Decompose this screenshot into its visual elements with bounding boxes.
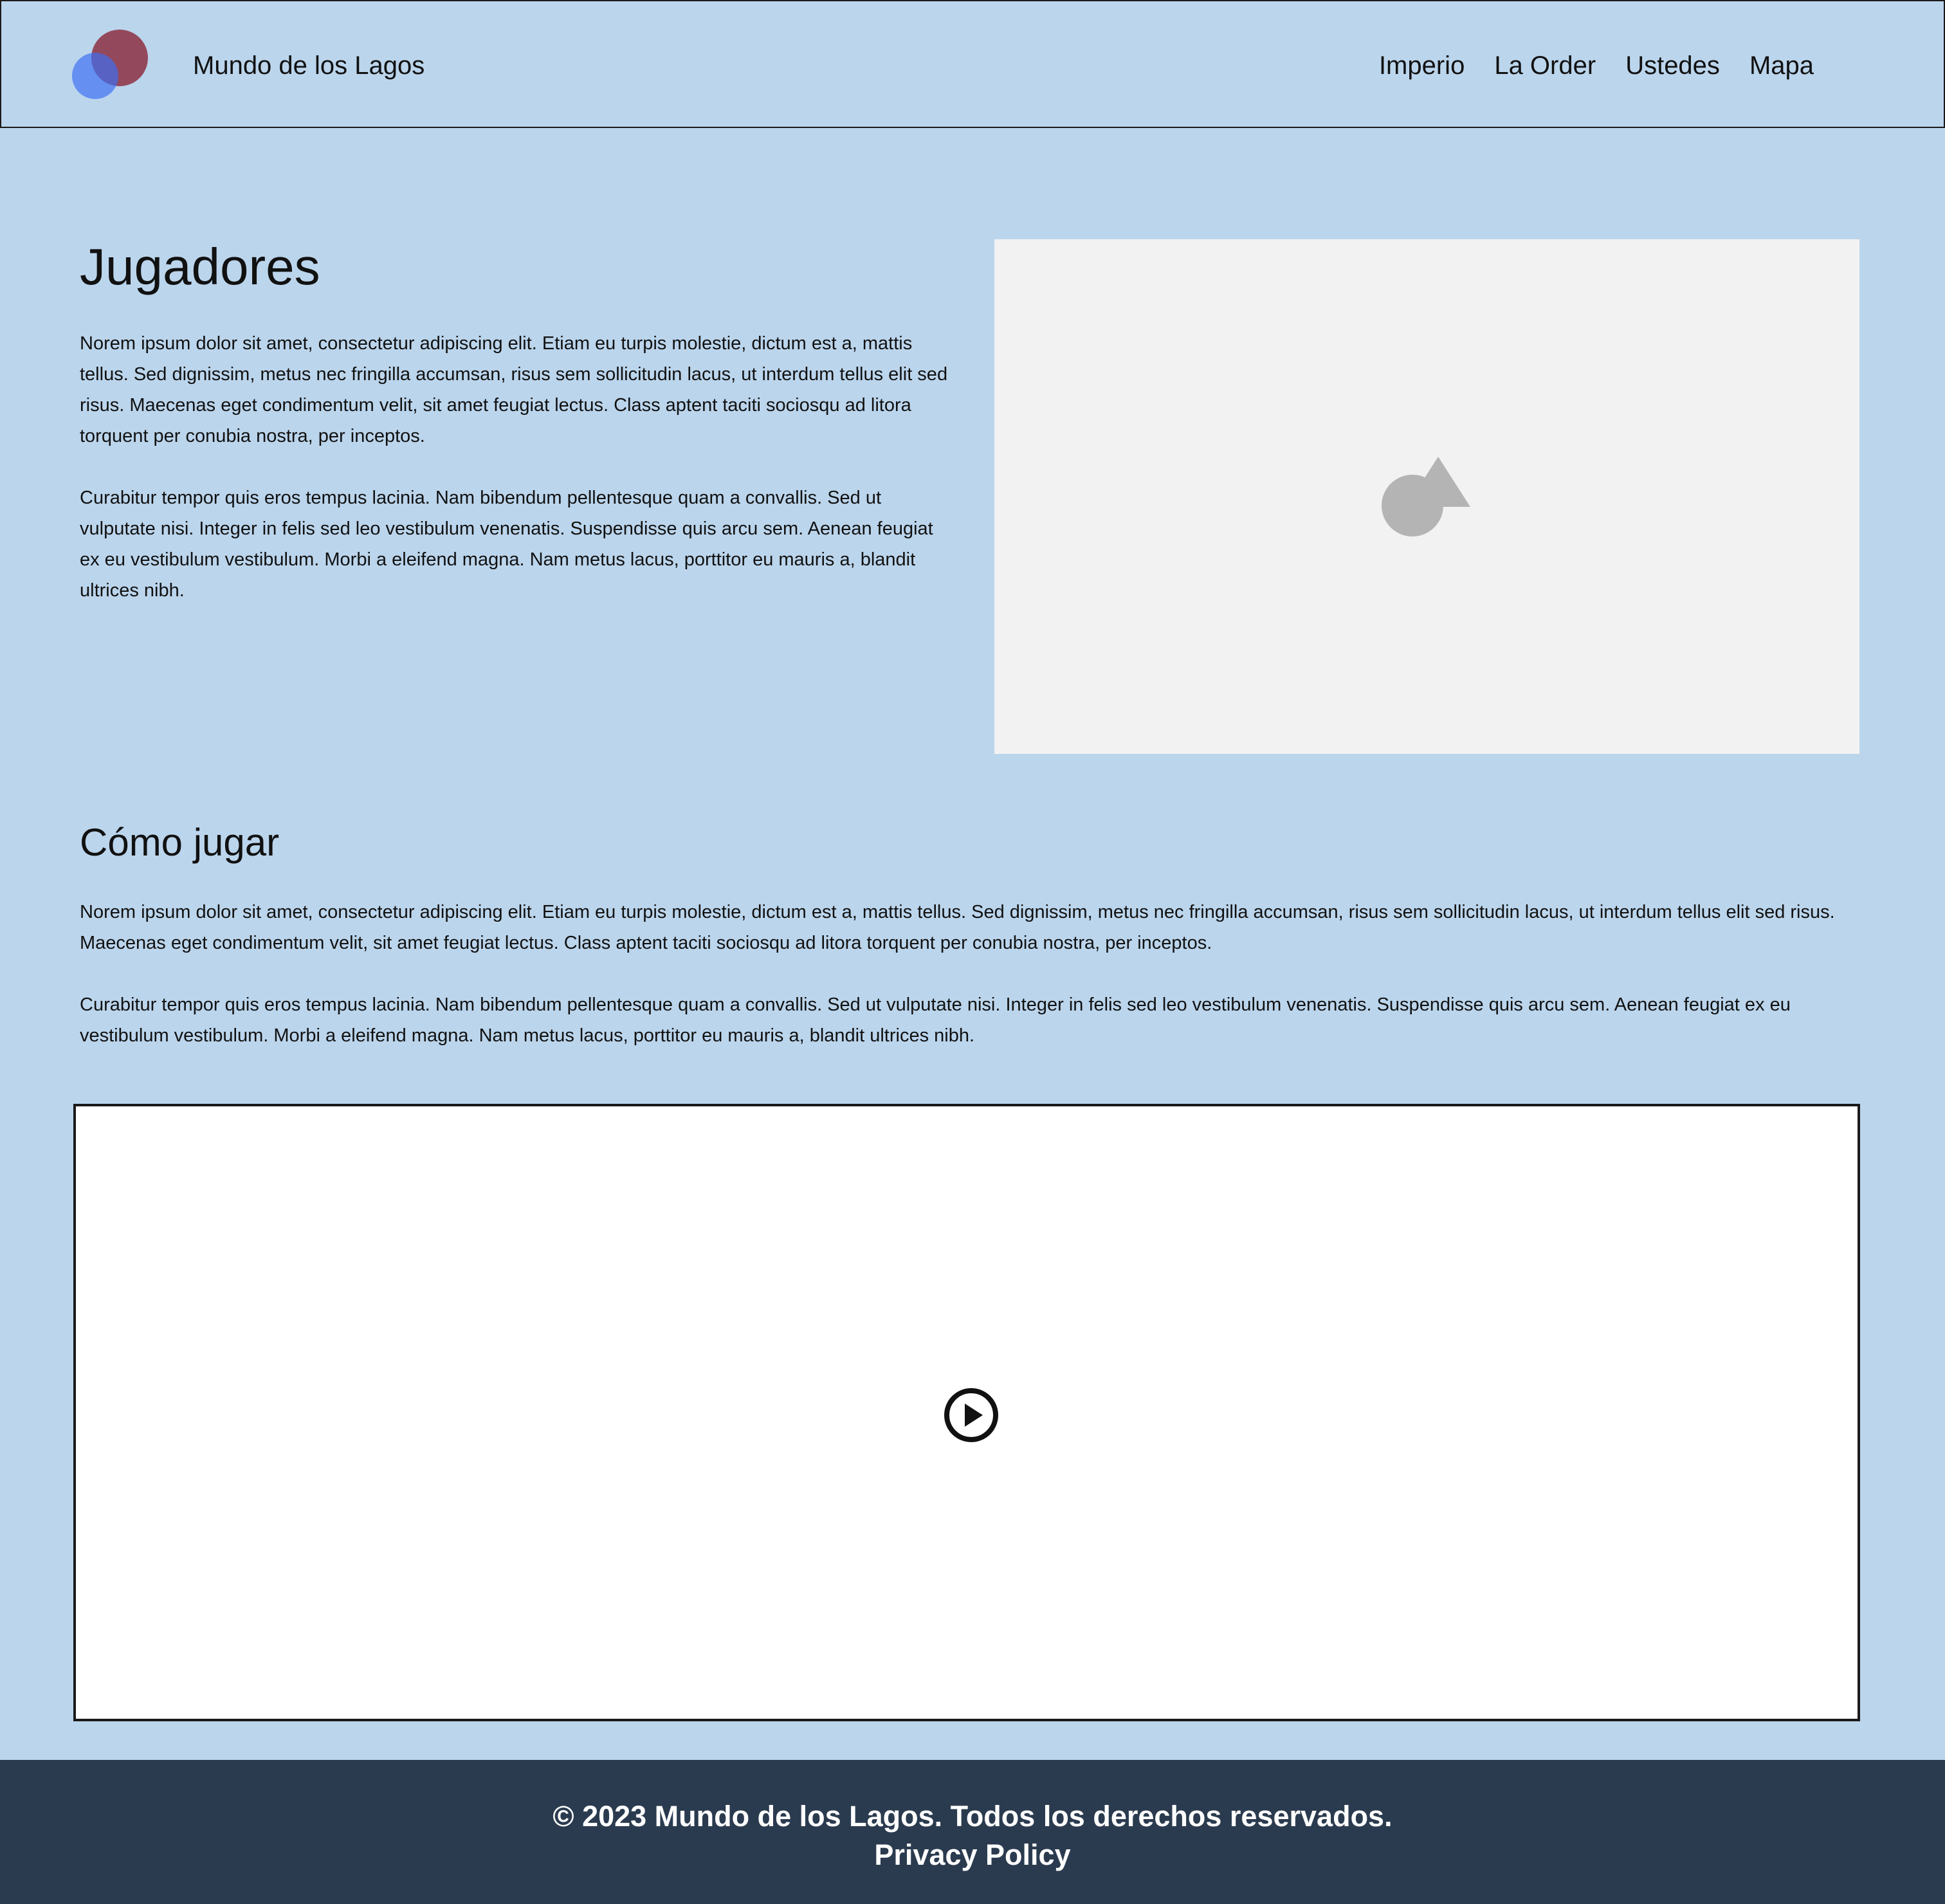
jugadores-paragraph-2: Curabitur tempor quis eros tempus lacini… — [80, 488, 933, 601]
nav-link-imperio[interactable]: Imperio — [1379, 48, 1465, 84]
como-jugar-paragraph-2: Curabitur tempor quis eros tempus lacini… — [80, 994, 1791, 1046]
section-title-como-jugar: Cómo jugar — [80, 821, 280, 864]
nav-link-la-order[interactable]: La Order — [1494, 48, 1596, 84]
section-title-jugadores: Jugadores — [80, 238, 320, 295]
nav-link-ustedes[interactable]: Ustedes — [1625, 48, 1720, 84]
site-logo[interactable] — [72, 30, 149, 100]
como-jugar-paragraph-1: Norem ipsum dolor sit amet, consectetur … — [80, 902, 1835, 953]
image-placeholder — [994, 239, 1859, 754]
jugadores-paragraph-1: Norem ipsum dolor sit amet, consectetur … — [80, 333, 948, 446]
site-footer: © 2023 Mundo de los Lagos. Todos los der… — [0, 1760, 1945, 1904]
site-header: Mundo de los Lagos Imperio La Order Uste… — [0, 0, 1945, 128]
main-nav: Imperio La Order Ustedes Mapa — [1379, 48, 1814, 84]
video-player[interactable] — [73, 1104, 1860, 1721]
privacy-policy-link[interactable]: Privacy Policy — [0, 1836, 1945, 1874]
site-name[interactable]: Mundo de los Lagos — [193, 48, 425, 84]
logo-blue-circle — [72, 53, 118, 99]
play-circle-icon[interactable] — [943, 1387, 1000, 1443]
nav-link-mapa[interactable]: Mapa — [1749, 48, 1814, 84]
footer-copyright: © 2023 Mundo de los Lagos. Todos los der… — [552, 1800, 1393, 1833]
image-placeholder-icon — [1382, 457, 1470, 536]
